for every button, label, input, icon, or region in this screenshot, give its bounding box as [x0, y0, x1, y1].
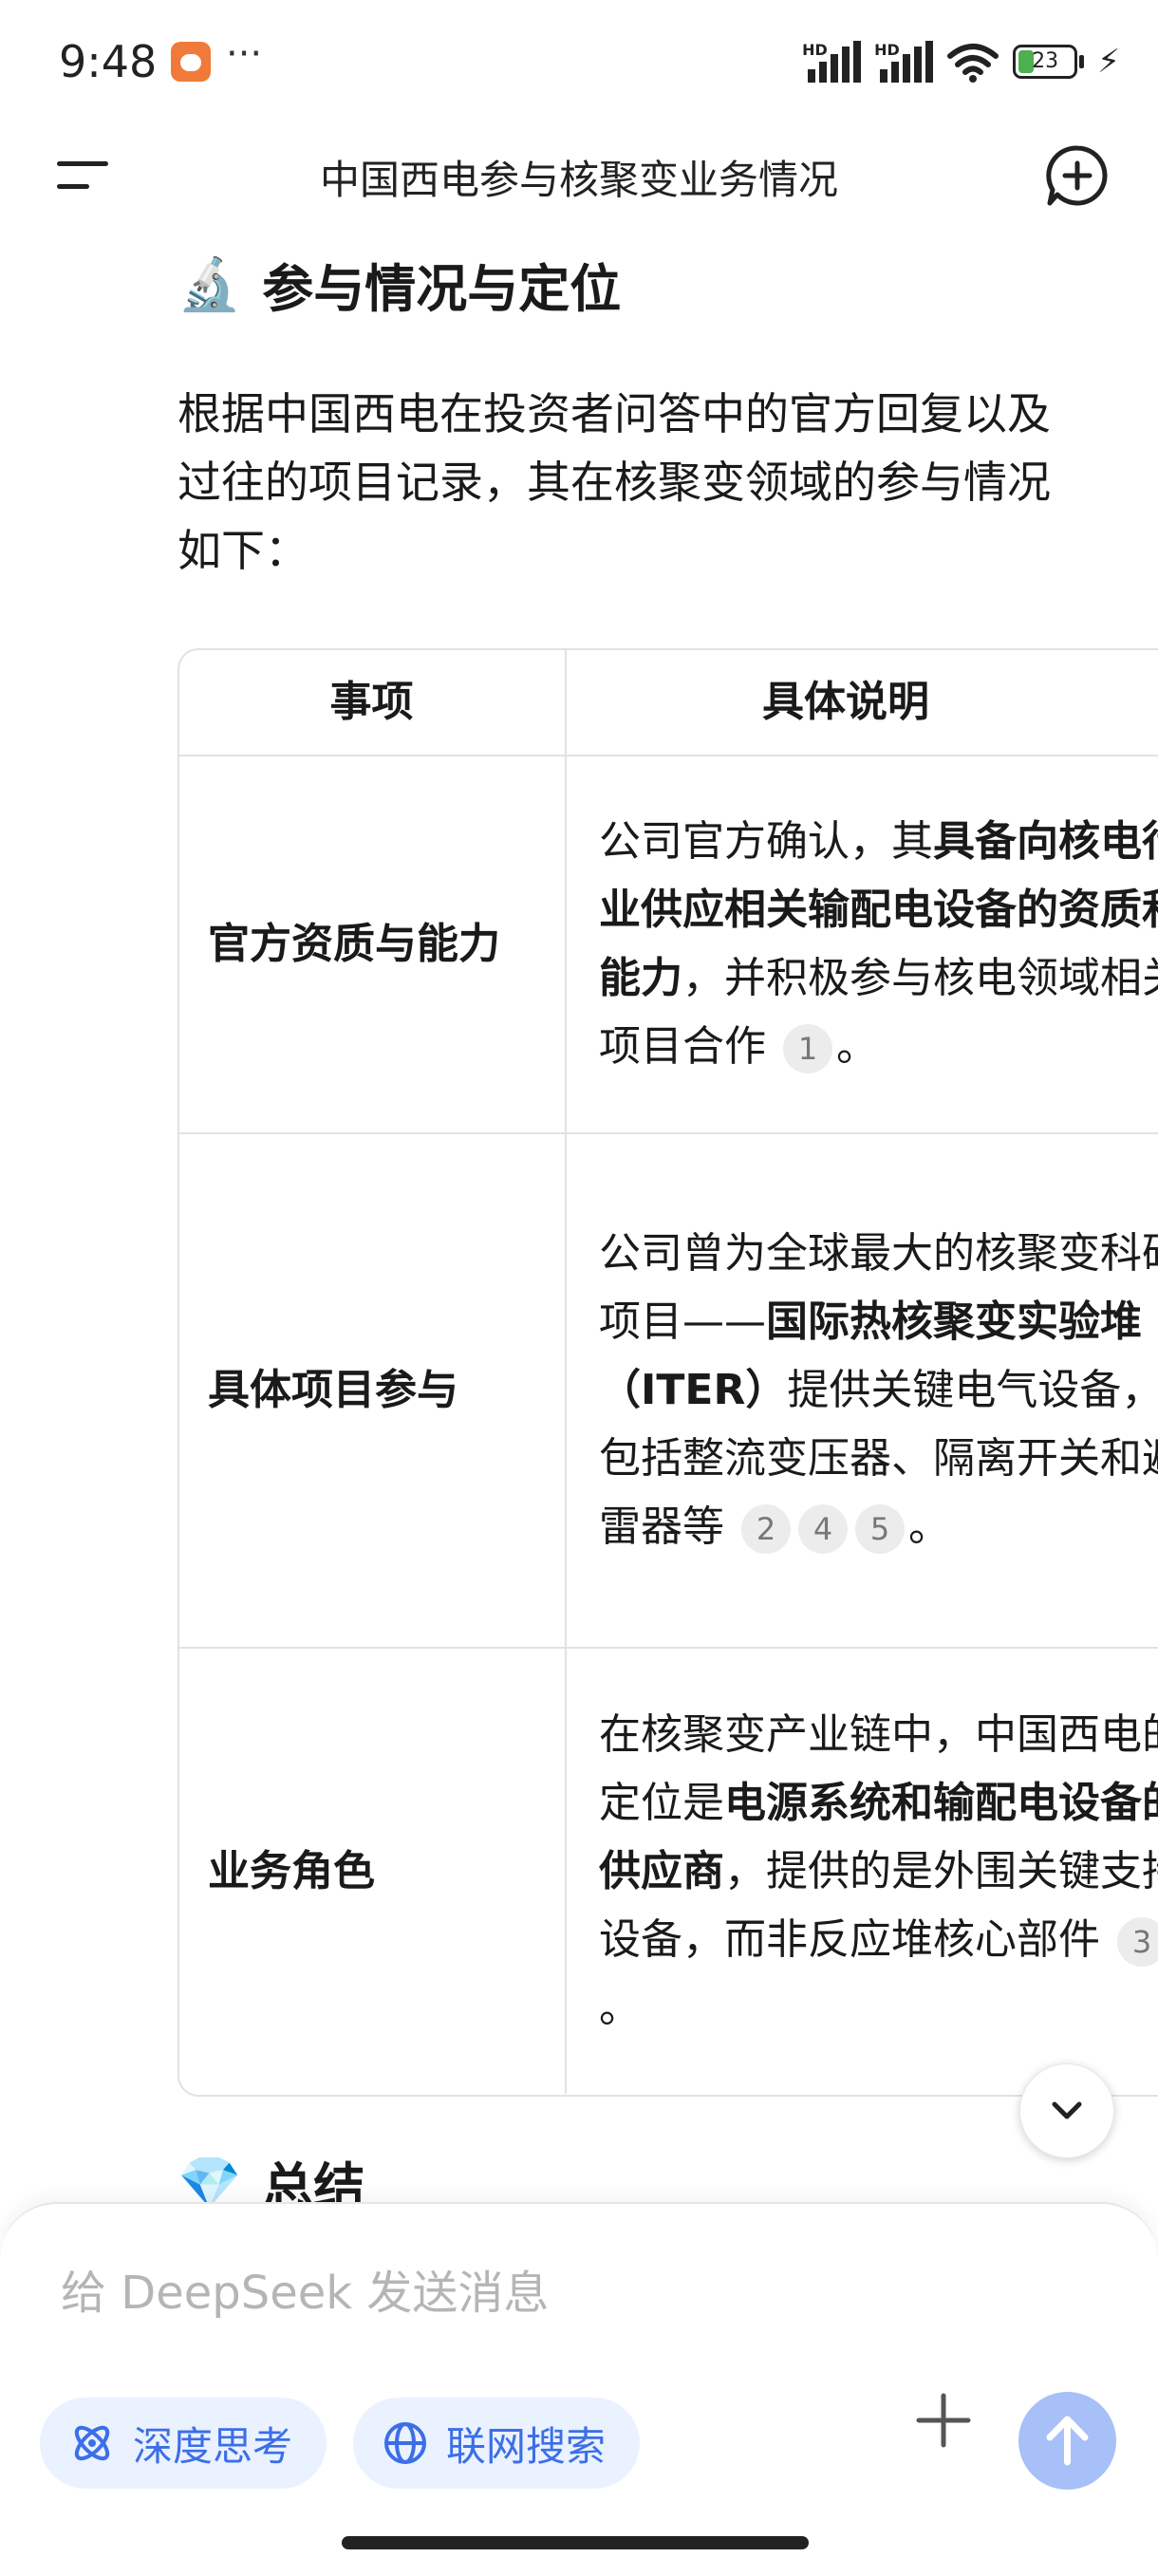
charging-icon: ⚡	[1097, 43, 1120, 81]
globe-icon	[384, 2422, 426, 2464]
section-heading-text: 参与情况与定位	[262, 259, 622, 319]
web-search-label: 联网搜索	[446, 2422, 607, 2470]
citation-badge[interactable]: 5	[855, 1504, 905, 1554]
cellular-signal-2-icon: HD	[874, 41, 934, 83]
column-header: 具体说明	[566, 650, 1158, 756]
description-end: 。	[836, 1022, 878, 1071]
description-end: 。	[908, 1503, 950, 1551]
status-more-indicator: ···	[226, 32, 263, 76]
row-item-label: 具体项目参与	[179, 1133, 567, 1649]
hd-label: HD	[874, 41, 900, 59]
status-time: 9:48	[59, 36, 158, 87]
intro-paragraph: 根据中国西电在投资者问答中的官方回复以及过往的项目记录，其在核聚变领域的参与情况…	[177, 388, 1051, 576]
table-row: 具体项目参与 公司曾为全球最大的核聚变科研项目——国际热核聚变实验堆（ITER）…	[179, 1133, 1158, 1649]
description-text: 公司官方确认，其	[599, 817, 933, 866]
citation-badge[interactable]: 4	[798, 1504, 848, 1554]
battery-icon: 23	[1013, 45, 1078, 79]
column-header: 事项	[179, 650, 567, 756]
battery-cap	[1079, 55, 1085, 68]
menu-icon[interactable]	[57, 156, 108, 196]
arrow-up-icon	[1046, 2416, 1089, 2466]
hd-label: HD	[802, 41, 828, 59]
deep-think-toggle[interactable]: 深度思考	[40, 2398, 327, 2489]
citation-badge[interactable]: 2	[741, 1504, 791, 1554]
new-chat-icon[interactable]	[1044, 142, 1111, 209]
section-heading: 🔬 参与情况与定位	[177, 247, 621, 322]
web-search-toggle[interactable]: 联网搜索	[353, 2398, 641, 2489]
atom-icon	[74, 2425, 110, 2461]
chat-header: 中国西电参与核聚变业务情况	[0, 133, 1158, 218]
description-end: 。	[599, 1983, 641, 2032]
row-item-label: 业务角色	[179, 1648, 567, 2094]
chat-title: 中国西电参与核聚变业务情况	[319, 157, 838, 203]
home-indicator	[342, 2536, 809, 2549]
message-input[interactable]: 给 DeepSeek 发送消息	[61, 2255, 549, 2322]
table-row: 业务角色 在核聚变产业链中，中国西电的定位是电源系统和输配电设备的供应商，提供的…	[179, 1648, 1158, 2094]
row-item-label: 官方资质与能力	[179, 756, 567, 1134]
wifi-icon	[947, 44, 999, 83]
cellular-signal-1-icon: HD	[802, 41, 862, 83]
plus-icon[interactable]	[915, 2392, 972, 2449]
deep-think-label: 深度思考	[133, 2422, 293, 2470]
message-composer: 给 DeepSeek 发送消息 深度思考 联网搜索	[0, 2202, 1158, 2576]
microscope-icon: 🔬	[177, 253, 242, 314]
status-bar: 9:48 ··· HD HD 23 ⚡	[0, 0, 1158, 123]
chevron-down-icon	[1052, 2101, 1082, 2119]
app-notification-icon	[171, 42, 211, 82]
citation-badge[interactable]: 1	[783, 1024, 832, 1073]
row-description: 在核聚变产业链中，中国西电的定位是电源系统和输配电设备的供应商，提供的是外围关键…	[566, 1648, 1158, 2094]
scroll-to-bottom-button[interactable]	[1019, 2063, 1114, 2158]
send-button[interactable]	[1018, 2392, 1116, 2490]
table-row: 官方资质与能力 公司官方确认，其具备向核电行业供应相关输配电设备的资质和能力，并…	[179, 756, 1158, 1134]
description-text: ，并积极参与核电领域相关项目合作	[599, 954, 1158, 1071]
table-header-row: 事项 具体说明	[179, 650, 1158, 756]
battery-level: 23	[1032, 49, 1059, 73]
row-description: 公司曾为全球最大的核聚变科研项目——国际热核聚变实验堆（ITER）提供关键电气设…	[566, 1133, 1158, 1649]
citation-badge[interactable]: 3	[1117, 1916, 1158, 1967]
row-description: 公司官方确认，其具备向核电行业供应相关输配电设备的资质和能力，并积极参与核电领域…	[566, 756, 1158, 1134]
info-table: 事项 具体说明 官方资质与能力 公司官方确认，其具备向核电行业供应相关输配电设备…	[177, 648, 1158, 2097]
